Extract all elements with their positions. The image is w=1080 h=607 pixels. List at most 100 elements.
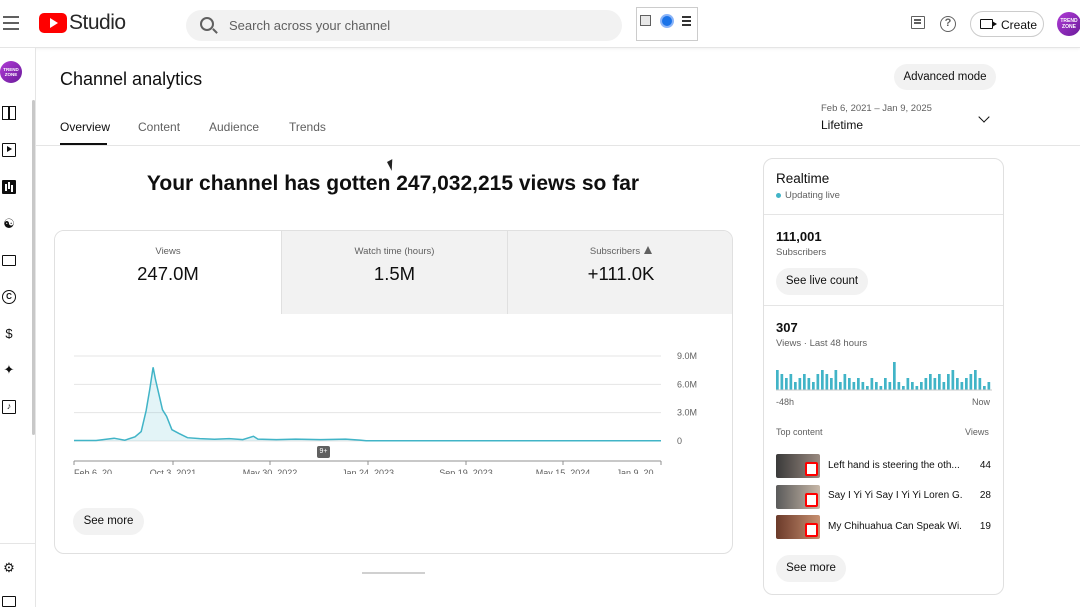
realtime-bar (852, 382, 856, 390)
content-icon[interactable] (2, 143, 16, 157)
chevron-down-icon[interactable] (978, 111, 990, 123)
top-content-views-label: Views (965, 427, 989, 437)
tab-overview[interactable]: Overview (60, 120, 110, 134)
realtime-bar-chart[interactable] (776, 360, 992, 392)
realtime-see-more-button[interactable]: See more (776, 555, 846, 582)
metric-label: Watch time (hours) (354, 246, 435, 257)
x-tick-label: May 30, 2022 (243, 468, 298, 474)
realtime-bar (906, 378, 910, 390)
realtime-bar (969, 374, 973, 390)
metric-subscribers[interactable]: Subscribers +111.0K (507, 231, 732, 314)
send-feedback-icon[interactable] (2, 596, 16, 607)
x-tick-label: Jan 24, 2023 (342, 468, 394, 474)
realtime-bar (911, 382, 914, 390)
advanced-mode-button[interactable]: Advanced mode (894, 64, 996, 90)
metric-label-row: Subscribers (508, 246, 732, 257)
chart-area (74, 367, 661, 441)
realtime-bar (983, 386, 986, 390)
youtube-logo-icon[interactable] (39, 13, 67, 33)
extension-icon[interactable] (640, 15, 651, 26)
chart-x-axis: Feb 6, 20... Oct 3, 2021 May 30, 2022 Jan 2… (73, 461, 662, 474)
extension-menu-icon[interactable] (682, 16, 691, 28)
settings-icon[interactable]: ⚙ (2, 561, 16, 575)
date-range-text[interactable]: Feb 6, 2021 – Jan 9, 2025 (821, 103, 932, 114)
realtime-bar (843, 374, 847, 390)
studio-label[interactable]: Studio (69, 11, 126, 35)
realtime-bar (938, 374, 941, 390)
realtime-bar (929, 374, 932, 390)
video-camera-icon (980, 19, 997, 29)
realtime-bar (798, 378, 802, 390)
search-box[interactable]: Search across your channel (186, 10, 622, 41)
extension-toolbar[interactable] (636, 7, 698, 41)
realtime-bar (780, 374, 784, 390)
see-live-count-button[interactable]: See live count (776, 268, 868, 295)
tab-content[interactable]: Content (138, 120, 180, 134)
views-headline: Your channel has gotten 247,032,215 view… (146, 172, 640, 195)
views-chart[interactable]: 9.0M 6.0M 3.0M 0 Feb 6, 20... Oct 3, 2021 May… (55, 314, 732, 474)
realtime-bar (839, 382, 842, 390)
metric-label: Subscribers (589, 246, 641, 257)
top-content-title[interactable]: Say I Yi Yi Say I Yi Yi Loren G... (828, 490, 962, 501)
top-content-title[interactable]: Left hand is steering the oth... (828, 460, 962, 471)
top-content-title[interactable]: My Chihuahua Can Speak Wi... (828, 521, 962, 532)
menu-icon[interactable] (3, 16, 19, 30)
top-content-views: 44 (979, 460, 991, 471)
realtime-bar (870, 378, 874, 390)
help-icon[interactable]: ? (940, 16, 956, 32)
metric-watch-time[interactable]: Watch time (hours) 1.5M (281, 231, 507, 314)
realtime-bars (776, 362, 992, 391)
metric-value: 247.0M (137, 263, 199, 284)
date-preset[interactable]: Lifetime (821, 118, 863, 132)
tab-audience[interactable]: Audience (209, 120, 259, 134)
search-input[interactable]: Search across your channel (229, 18, 390, 33)
y-tick-label: 6.0M (677, 379, 697, 389)
earn-icon[interactable]: $ (2, 327, 16, 341)
copyright-icon[interactable]: C (2, 290, 16, 304)
search-icon[interactable] (200, 17, 214, 31)
video-thumbnail[interactable] (776, 485, 820, 509)
chart-y-axis: 9.0M 6.0M 3.0M 0 (677, 351, 697, 446)
realtime-bar (789, 374, 793, 390)
realtime-bar (879, 386, 883, 390)
realtime-bar (866, 386, 869, 390)
video-thumbnail[interactable] (776, 454, 820, 478)
realtime-bar (933, 378, 937, 390)
realtime-views-label: Views · Last 48 hours (776, 338, 868, 349)
dashboard-icon[interactable] (2, 106, 16, 120)
top-content-views: 19 (979, 521, 991, 532)
realtime-bar (960, 382, 964, 390)
metric-value: 1.5M (373, 263, 416, 284)
see-more-button[interactable]: See more (73, 508, 144, 535)
warning-icon[interactable] (644, 246, 653, 254)
community-icon[interactable]: ☯ (2, 217, 16, 231)
horizontal-scrollbar[interactable] (362, 572, 425, 574)
realtime-bar (978, 378, 982, 390)
account-avatar[interactable]: TREND ZONE (1057, 12, 1080, 36)
customization-icon[interactable]: ✦ (2, 363, 16, 377)
realtime-bar (821, 370, 824, 390)
realtime-bar (803, 374, 806, 390)
audio-library-icon[interactable]: ♪ (2, 400, 16, 414)
realtime-bar (861, 382, 865, 390)
metric-views[interactable]: Views 247.0M (55, 231, 281, 314)
create-button[interactable]: Create (970, 11, 1044, 37)
overview-card: Views 247.0M Watch time (hours) 1.5M Sub… (54, 230, 733, 554)
subtitles-icon[interactable] (2, 255, 16, 266)
feedback-icon[interactable] (911, 16, 925, 29)
realtime-bar (947, 374, 950, 390)
top-content-label: Top content (776, 427, 823, 437)
channel-avatar[interactable]: TREND ZONE (0, 61, 22, 83)
tab-trends[interactable]: Trends (289, 120, 326, 134)
top-bar: Studio Search across your channel ? Crea… (0, 0, 1080, 48)
realtime-status: Updating live (785, 190, 840, 201)
y-tick-label: 9.0M (677, 351, 697, 361)
analytics-icon[interactable] (2, 180, 16, 194)
extension-icon[interactable] (660, 14, 674, 28)
notification-badge[interactable]: 9+ (317, 446, 330, 458)
video-thumbnail[interactable] (776, 515, 820, 539)
realtime-bar (897, 382, 901, 390)
rail-scrollbar[interactable] (32, 100, 35, 435)
page-title: Channel analytics (60, 69, 203, 89)
realtime-bar (987, 382, 991, 390)
